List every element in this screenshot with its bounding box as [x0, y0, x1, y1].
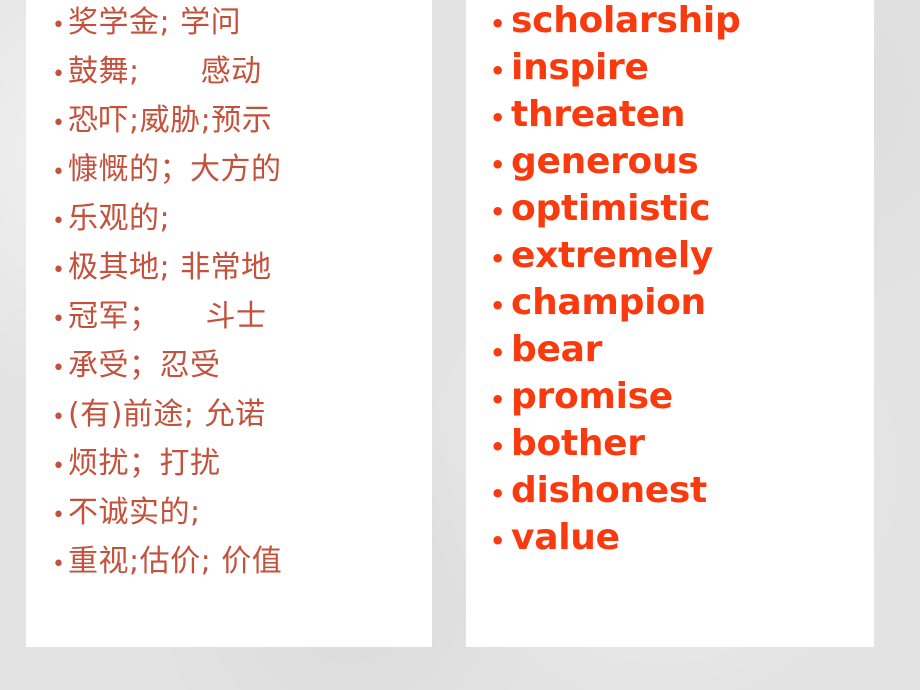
list-item-label: bother [511, 423, 645, 464]
list-item-label: optimistic [511, 188, 711, 229]
list-item[interactable]: • 鼓舞; 感动 [52, 47, 432, 96]
list-item[interactable]: • 冠军； 斗士 [52, 292, 432, 341]
list-item-label: dishonest [511, 470, 707, 511]
list-item[interactable]: • 乐观的; [52, 194, 432, 243]
bullet-dot-icon: • [490, 245, 506, 273]
list-item-label: 重视;估价; 价值 [67, 544, 283, 579]
right-content-panel: • scholarship • inspire • threaten • gen… [466, 0, 874, 647]
bullet-dot-icon: • [490, 198, 506, 226]
list-item[interactable]: • scholarship [490, 0, 874, 44]
list-item[interactable]: • 奖学金; 学问 [52, 0, 432, 47]
list-item-label: 极其地; 非常地 [67, 250, 272, 285]
list-item-label: inspire [511, 47, 649, 88]
bullet-dot-icon: • [52, 62, 65, 87]
list-item-label: (有)前途; 允诺 [67, 397, 266, 432]
bullet-dot-icon: • [490, 10, 506, 38]
list-item[interactable]: • dishonest [490, 467, 874, 514]
bullet-dot-icon: • [52, 258, 65, 283]
slide-canvas: • 奖学金; 学问 • 鼓舞; 感动 • 恐吓;威胁;预示 • 慷慨的；大方的 … [0, 0, 920, 690]
list-item-label: 冠军； 斗士 [67, 299, 267, 334]
bullet-dot-icon: • [52, 209, 65, 234]
bullet-dot-icon: • [490, 104, 506, 132]
list-item[interactable]: • optimistic [490, 185, 874, 232]
list-item-label: threaten [511, 94, 686, 135]
bullet-dot-icon: • [490, 339, 506, 367]
list-item[interactable]: • bear [490, 326, 874, 373]
left-content-panel: • 奖学金; 学问 • 鼓舞; 感动 • 恐吓;威胁;预示 • 慷慨的；大方的 … [26, 0, 432, 647]
chinese-definition-list: • 奖学金; 学问 • 鼓舞; 感动 • 恐吓;威胁;预示 • 慷慨的；大方的 … [52, 0, 432, 586]
english-word-list: • scholarship • inspire • threaten • gen… [490, 0, 874, 561]
list-item[interactable]: • 慷慨的；大方的 [52, 145, 432, 194]
bullet-dot-icon: • [52, 160, 65, 185]
list-item-label: extremely [511, 235, 714, 276]
list-item-label: bear [511, 329, 603, 370]
list-item-label: promise [511, 376, 673, 417]
list-item[interactable]: • generous [490, 138, 874, 185]
bullet-dot-icon: • [52, 111, 65, 136]
list-item[interactable]: • 重视;估价; 价值 [52, 537, 432, 586]
bullet-dot-icon: • [490, 57, 506, 85]
bullet-dot-icon: • [52, 13, 65, 38]
list-item-label: 鼓舞; 感动 [67, 54, 262, 89]
list-item[interactable]: • 极其地; 非常地 [52, 243, 432, 292]
list-item[interactable]: • value [490, 514, 874, 561]
bullet-dot-icon: • [52, 405, 65, 430]
list-item-label: 奖学金; 学问 [67, 5, 242, 40]
bullet-dot-icon: • [490, 527, 506, 555]
list-item-label: scholarship [511, 0, 741, 41]
list-item[interactable]: • bother [490, 420, 874, 467]
list-item[interactable]: • (有)前途; 允诺 [52, 390, 432, 439]
list-item[interactable]: • threaten [490, 91, 874, 138]
bullet-dot-icon: • [52, 356, 65, 381]
list-item-label: 乐观的; [67, 201, 171, 236]
bullet-dot-icon: • [52, 307, 65, 332]
list-item[interactable]: • promise [490, 373, 874, 420]
list-item-label: 不诚实的; [67, 495, 201, 530]
list-item[interactable]: • 烦扰；打扰 [52, 439, 432, 488]
list-item[interactable]: • champion [490, 279, 874, 326]
list-item[interactable]: • inspire [490, 44, 874, 91]
list-item-label: champion [511, 282, 706, 323]
list-item[interactable]: • extremely [490, 232, 874, 279]
list-item-label: 烦扰；打扰 [67, 446, 221, 481]
list-item-label: 恐吓;威胁;预示 [67, 103, 273, 138]
bullet-dot-icon: • [490, 292, 506, 320]
list-item[interactable]: • 不诚实的; [52, 488, 432, 537]
list-item[interactable]: • 恐吓;威胁;预示 [52, 96, 432, 145]
list-item-label: 承受；忍受 [67, 348, 221, 383]
list-item-label: value [511, 517, 620, 558]
bullet-dot-icon: • [52, 552, 65, 577]
bullet-dot-icon: • [490, 151, 506, 179]
bullet-dot-icon: • [490, 480, 506, 508]
bullet-dot-icon: • [490, 386, 506, 414]
bullet-dot-icon: • [52, 503, 65, 528]
list-item[interactable]: • 承受；忍受 [52, 341, 432, 390]
bullet-dot-icon: • [52, 454, 65, 479]
list-item-label: generous [511, 141, 699, 182]
bullet-dot-icon: • [490, 433, 506, 461]
list-item-label: 慷慨的；大方的 [67, 152, 282, 187]
